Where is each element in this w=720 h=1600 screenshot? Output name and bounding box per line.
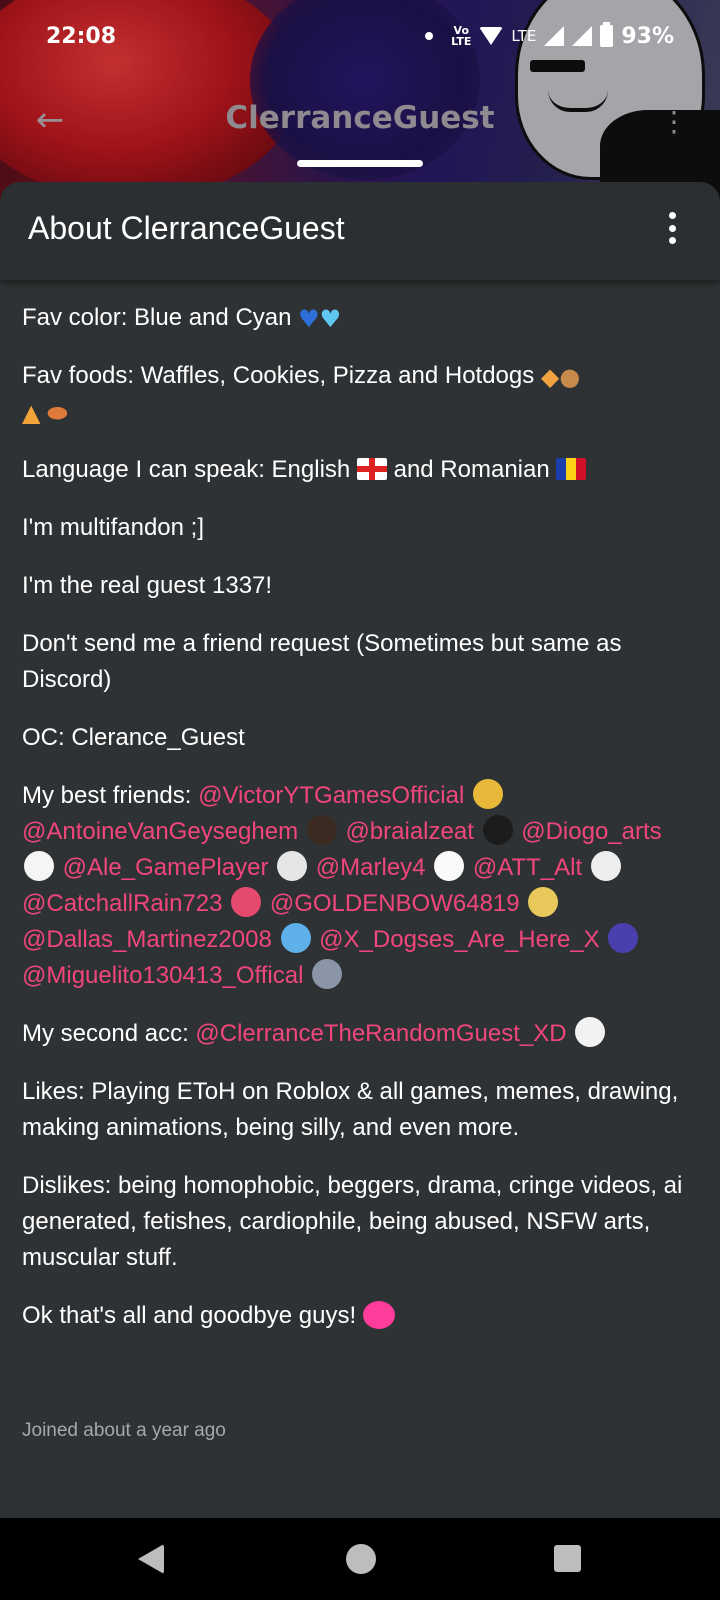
bio-text: Fav color: Blue and Cyan ♥♥ Fav foods: W… <box>0 280 720 1334</box>
wifi-icon <box>479 27 504 45</box>
bio-real-guest: I'm the real guest 1337! <box>22 572 273 599</box>
blue-heart-icon: ♥ <box>298 305 320 333</box>
pink-face-icon <box>362 1301 395 1329</box>
nav-recents-icon[interactable] <box>554 1545 581 1572</box>
overflow-menu-icon[interactable] <box>662 208 682 248</box>
bio-best-friends: My best friends: @VictorYTGamesOfficial … <box>22 778 698 994</box>
battery-percent: 93% <box>621 23 674 49</box>
mention-link[interactable]: @Miguelito130413_Offical <box>22 962 303 989</box>
nav-back-icon[interactable] <box>138 1544 164 1574</box>
romania-flag-icon <box>556 458 587 480</box>
app-bar: ← ClerranceGuest ⋮ <box>0 80 720 160</box>
signal-icon-2 <box>572 26 593 46</box>
avatar-icon <box>24 851 54 881</box>
avatar-icon <box>277 851 308 881</box>
mention-link[interactable]: @AntoineVanGeyseghem <box>22 818 298 845</box>
mention-link[interactable]: @GOLDENBOW64819 <box>270 890 520 917</box>
cookie-icon: ● <box>559 363 581 391</box>
network-type-label: LTE <box>511 27 537 45</box>
mention-link[interactable]: @X_Dogses_Are_Here_X <box>319 926 600 953</box>
mention-link[interactable]: @Dallas_Martinez2008 <box>22 926 272 953</box>
mention-link[interactable]: @ClerranceTheRandomGuest_XD <box>195 1020 566 1047</box>
bio-language: Language I can speak: English and Romani… <box>22 452 698 488</box>
bio-friend-request: Don't send me a friend request (Sometime… <box>22 630 622 693</box>
bio-fav-color: Fav color: Blue and Cyan ♥♥ <box>22 304 342 333</box>
mention-link[interactable]: @Marley4 <box>316 854 426 881</box>
bio-multifandom: I'm multifandon ;] <box>22 514 204 541</box>
mention-link[interactable]: @VictorYTGamesOfficial <box>198 782 464 809</box>
mention-link[interactable]: @CatchallRain723 <box>22 890 222 917</box>
avatar-icon <box>231 887 262 917</box>
app-title: ClerranceGuest <box>225 100 495 136</box>
waffle-icon: ◆ <box>540 363 560 391</box>
top-overflow-menu-icon[interactable]: ⋮ <box>660 102 688 142</box>
sheet-title: About ClerranceGuest <box>28 210 345 246</box>
bio-second-account: My second acc: @ClerranceTheRandomGuest_… <box>22 1016 698 1052</box>
avatar-icon <box>590 851 621 881</box>
battery-icon <box>600 22 614 47</box>
bio-likes: Likes: Playing EToH on Roblox & all game… <box>22 1078 679 1141</box>
about-sheet: About ClerranceGuest Fav color: Blue and… <box>0 182 720 1518</box>
sheet-header: About ClerranceGuest <box>0 182 720 280</box>
avatar-icon <box>280 923 311 953</box>
nav-home-icon[interactable] <box>346 1544 376 1574</box>
avatar-icon <box>472 779 503 809</box>
notification-dot-icon <box>425 32 434 40</box>
status-bar: 22:08 Vo LTE LTE 93% <box>0 0 720 72</box>
bio-goodbye: Ok that's all and goodbye guys! <box>22 1298 698 1334</box>
cyan-heart-icon: ♥ <box>319 305 342 333</box>
system-nav-bar <box>0 1518 720 1600</box>
mention-link[interactable]: @ATT_Alt <box>473 854 582 881</box>
bio-dislikes: Dislikes: being homophobic, beggers, dra… <box>22 1172 683 1271</box>
mention-link[interactable]: @Diogo_arts <box>521 818 661 845</box>
avatar-icon <box>608 923 639 953</box>
status-time: 22:08 <box>46 23 117 49</box>
bio-fav-foods: Fav foods: Waffles, Cookies, Pizza and H… <box>22 362 581 427</box>
volte-icon: Vo LTE <box>451 24 472 48</box>
avatar-icon <box>482 815 513 845</box>
pizza-icon: ▲ <box>22 399 41 427</box>
mention-link[interactable]: @braialzeat <box>345 818 473 845</box>
avatar-icon <box>528 887 559 917</box>
joined-date: Joined about a year ago <box>22 1420 226 1441</box>
england-flag-icon <box>356 458 387 480</box>
sheet-drag-handle[interactable] <box>297 160 423 167</box>
avatar-icon <box>434 851 465 881</box>
signal-icon <box>544 26 565 46</box>
mention-link[interactable]: @Ale_GamePlayer <box>63 854 269 881</box>
hotdog-icon: ⬬ <box>47 399 68 427</box>
bio-oc: OC: Clerance_Guest <box>22 724 245 751</box>
avatar-icon <box>306 815 337 845</box>
avatar-icon <box>312 959 343 989</box>
avatar-icon <box>575 1017 606 1047</box>
